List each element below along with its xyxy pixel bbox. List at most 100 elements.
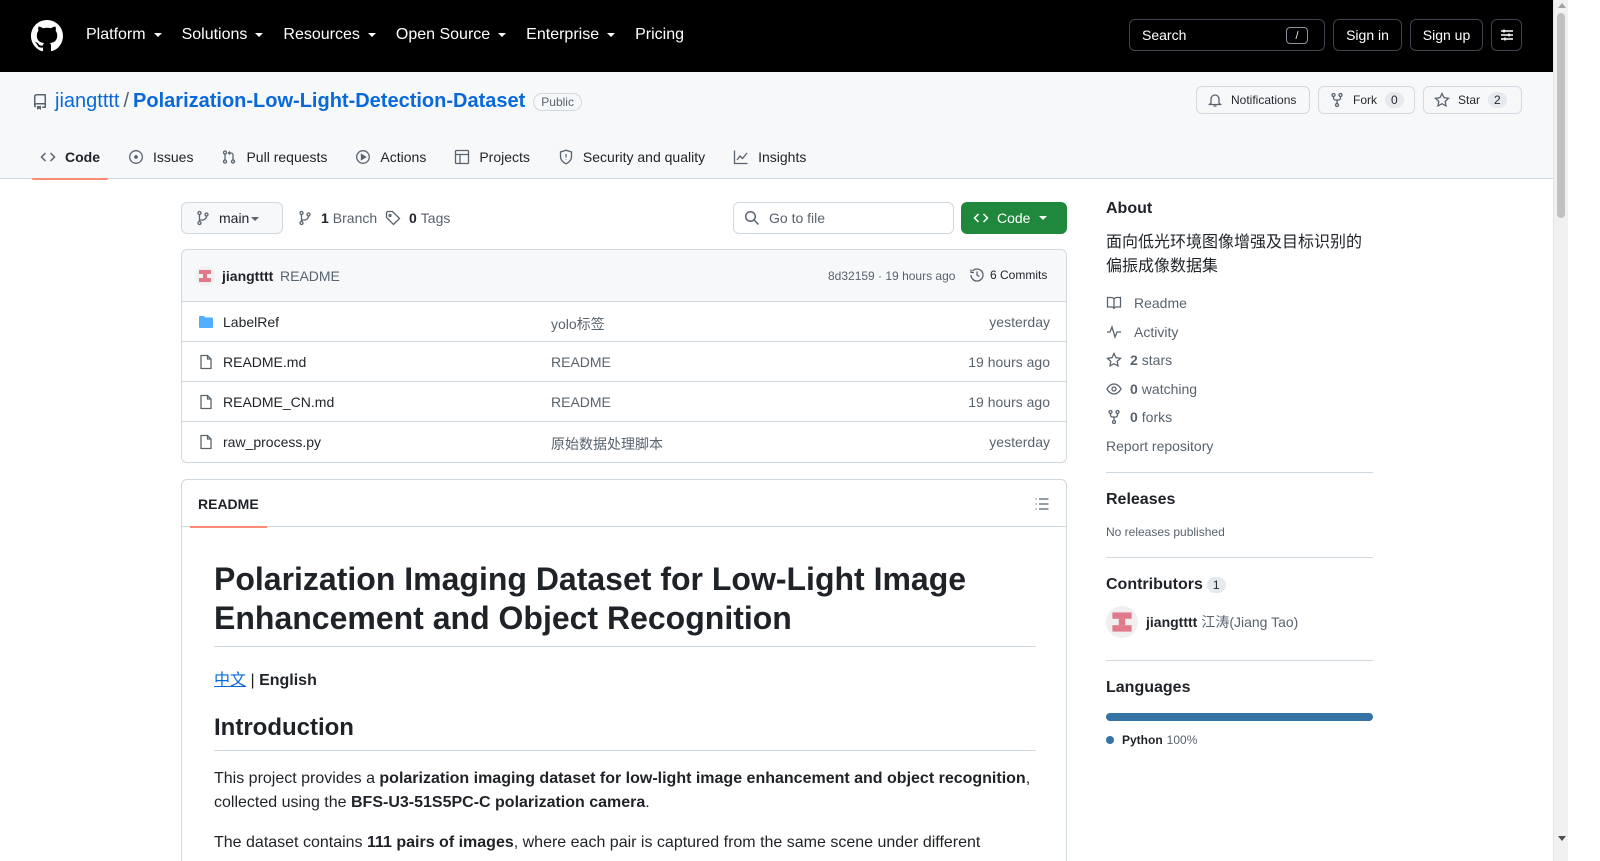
code-button-label: Code [997,210,1031,226]
scroll-up-arrow-icon[interactable] [1558,3,1566,8]
chevron-down-icon [498,33,507,37]
contributor-login[interactable]: jiangtttt [1146,614,1197,630]
file-name[interactable]: README_CN.md [223,394,334,410]
tab-actions[interactable]: Actions [347,134,434,179]
readme-link[interactable]: Readme [1106,289,1373,318]
notifications-button[interactable]: Notifications [1196,86,1310,114]
tab-label: Code [65,148,100,165]
scrollbar-thumb[interactable] [1557,13,1565,218]
repo-name-link[interactable]: Polarization-Low-Light-Detection-Dataset [133,90,525,113]
tab-insights[interactable]: Insights [725,134,814,179]
sign-up-button[interactable]: Sign up [1410,19,1483,51]
chinese-link[interactable]: 中文 [214,672,246,689]
list-outline-icon[interactable] [1034,496,1050,512]
stars-link[interactable]: 2 stars [1106,346,1373,375]
file-name[interactable]: README.md [223,354,306,370]
language-item[interactable]: Python 100% [1106,733,1373,747]
avatar[interactable] [195,266,215,286]
tab-security[interactable]: Security and quality [550,134,713,179]
fork-count: 0 [1385,92,1404,108]
nav-resources[interactable]: Resources [283,24,376,46]
bell-icon [1207,94,1223,107]
book-icon [1106,297,1122,310]
scroll-down-arrow-icon[interactable] [1558,836,1566,841]
file-commit-message[interactable]: 原始数据处理脚本 [551,434,663,454]
releases-heading[interactable]: Releases [1106,491,1373,509]
commit-author[interactable]: jiangtttt [222,268,273,284]
file-commit-message[interactable]: README [551,354,611,370]
activity-link[interactable]: Activity [1106,318,1373,347]
go-to-file-input[interactable]: Go to file [733,202,954,234]
table-row[interactable]: LabelRef yolo标签 yesterday [182,302,1066,342]
file-date: 19 hours ago [968,394,1050,410]
contributors-heading[interactable]: Contributors 1 [1106,576,1373,594]
table-row[interactable]: README_CN.md README 19 hours ago [182,382,1066,422]
repo-title: jiangtttt / Polarization-Low-Light-Detec… [32,90,582,113]
tab-pull-requests[interactable]: Pull requests [213,134,335,179]
tag-count: 0 [409,210,417,226]
table-row[interactable]: raw_process.py 原始数据处理脚本 yesterday [182,422,1066,462]
branches-link[interactable]: 1 Branch [297,210,377,226]
commits-link[interactable]: 6 Commits [969,267,1047,283]
intro-paragraph: This project provides a polarization ima… [214,767,1036,815]
star-label: Star [1458,93,1481,107]
tab-label: Projects [479,148,530,165]
sign-in-button[interactable]: Sign in [1333,19,1402,51]
nav-solutions[interactable]: Solutions [182,24,265,46]
chevron-down-icon [153,33,162,37]
branch-selector[interactable]: main [181,202,283,234]
link-count: 0 [1130,409,1138,426]
commit-sha-time[interactable]: 8d32159 · 19 hours ago [828,269,955,283]
star-icon [1434,92,1450,108]
settings-menu-button[interactable] [1491,19,1522,51]
table-icon [455,149,470,164]
github-logo-icon[interactable] [31,20,63,52]
file-commit-message[interactable]: yolo标签 [551,314,605,334]
repo-owner-link[interactable]: jiangtttt [55,90,119,113]
commit-message[interactable]: README [280,268,340,284]
nav-pricing[interactable]: Pricing [635,24,684,46]
table-row[interactable]: README.md README 19 hours ago [182,342,1066,382]
nav-label: Resources [283,26,360,43]
text-run: The dataset contains [214,834,367,851]
contributor-item[interactable]: jiangtttt 江涛(Jiang Tao) [1106,606,1373,638]
nav-open-source[interactable]: Open Source [396,24,507,46]
star-button[interactable]: Star 2 [1423,86,1522,114]
tab-issues[interactable]: Issues [120,134,201,179]
tab-label: Security and quality [582,148,706,165]
tab-projects[interactable]: Projects [446,134,538,179]
avatar[interactable] [1106,606,1138,638]
code-icon [40,151,56,162]
file-icon [200,354,212,370]
tag-label: Tags [420,210,451,226]
watching-link[interactable]: 0 watching [1106,375,1373,404]
page-scrollbar[interactable] [1553,0,1568,861]
shield-icon [559,149,573,165]
pulse-icon [1107,324,1121,339]
contributors-title: Contributors [1106,576,1203,593]
repo-sidebar: About 面向低光环境图像增强及目标识别的偏振成像数据集 Readme Act… [1106,200,1373,747]
readme-tab[interactable]: README [190,480,267,528]
file-date: 19 hours ago [968,354,1050,370]
nav-platform[interactable]: Platform [86,24,163,46]
tab-code[interactable]: Code [32,134,108,180]
file-name[interactable]: LabelRef [223,314,279,330]
current-language: English [259,672,317,689]
branch-label: Branch [332,210,378,226]
fork-icon [1331,92,1343,108]
link-count: 0 [1130,380,1138,397]
report-repository-link[interactable]: Report repository [1106,432,1373,461]
readme-title: Polarization Imaging Dataset for Low-Lig… [214,560,1036,647]
search-input[interactable]: Search / [1129,19,1325,51]
code-dropdown-button[interactable]: Code [961,202,1067,234]
tags-link[interactable]: 0 Tags [385,210,450,226]
nav-label: Enterprise [526,26,600,43]
nav-enterprise[interactable]: Enterprise [526,24,616,46]
fork-button[interactable]: Fork 0 [1318,86,1415,114]
forks-link[interactable]: 0 forks [1106,403,1373,432]
file-name[interactable]: raw_process.py [223,434,321,450]
file-commit-message[interactable]: README [551,394,611,410]
lang-separator: | [246,672,260,689]
language-bar [1106,713,1373,721]
language-percent: 100% [1166,733,1198,747]
